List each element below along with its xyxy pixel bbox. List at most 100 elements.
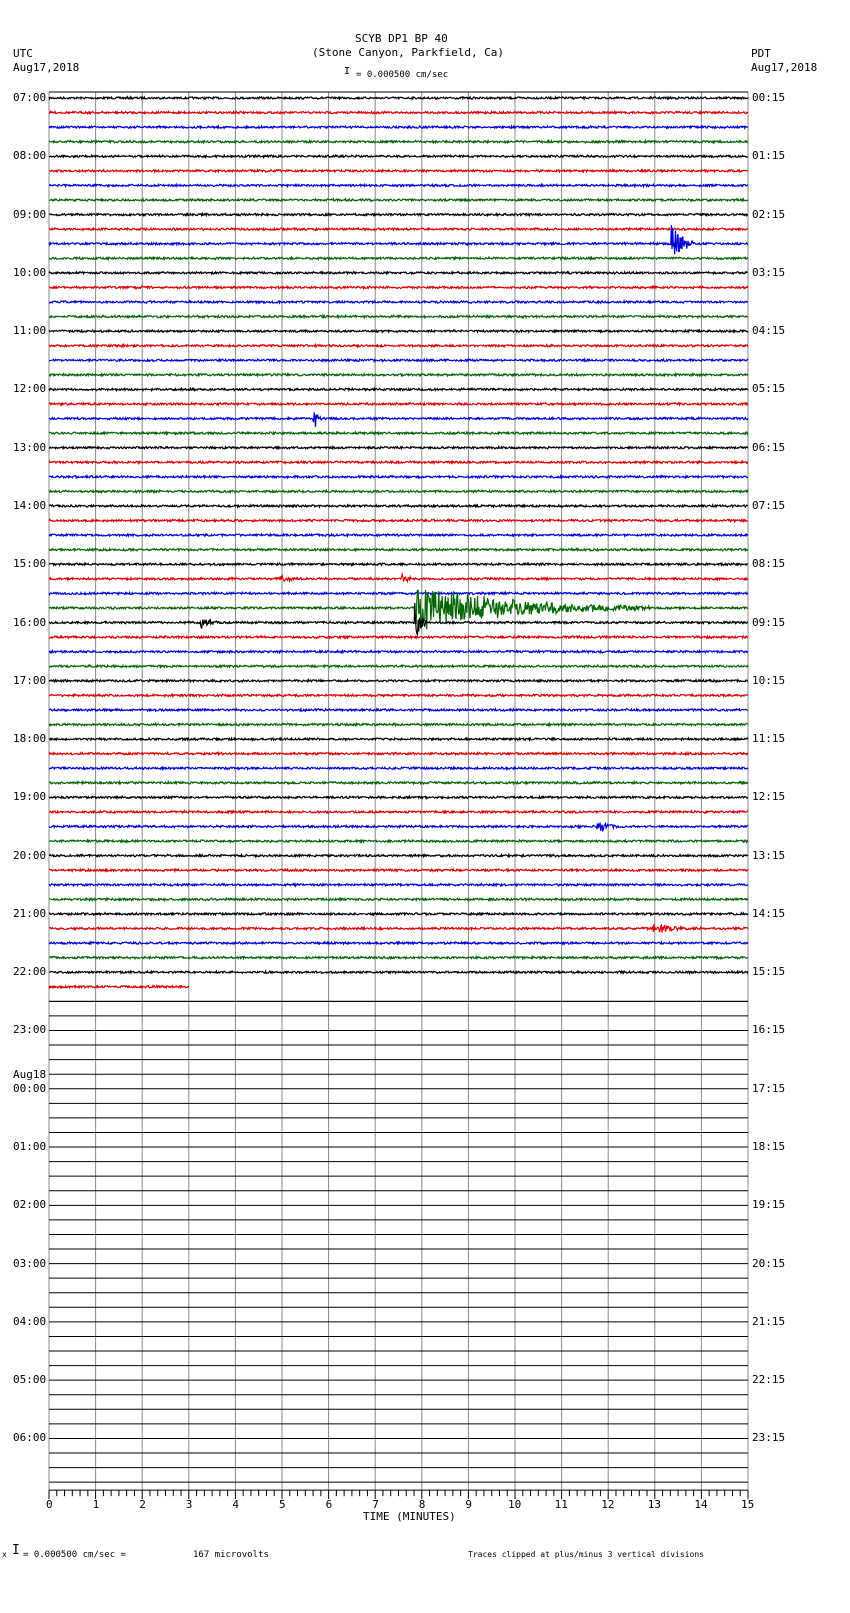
seismic-trace — [49, 141, 748, 143]
pdt-hour-label: 22:15 — [752, 1373, 785, 1386]
pdt-hour-label: 07:15 — [752, 499, 785, 512]
seismic-trace — [49, 519, 748, 521]
seismic-trace — [49, 636, 748, 638]
clip-note: Traces clipped at plus/minus 3 vertical … — [468, 1550, 704, 1559]
seismic-trace — [49, 412, 748, 427]
x-tick-label: 15 — [741, 1498, 754, 1511]
seismic-trace — [49, 403, 748, 405]
seismic-trace — [49, 170, 748, 172]
pdt-hour-label: 05:15 — [752, 382, 785, 395]
pdt-hour-label: 17:15 — [752, 1082, 785, 1095]
x-tick-label: 5 — [279, 1498, 286, 1511]
pdt-hour-label: 10:15 — [752, 674, 785, 687]
pdt-hour-label: 08:15 — [752, 557, 785, 570]
pdt-hour-label: 01:15 — [752, 149, 785, 162]
x-tick-label: 2 — [139, 1498, 146, 1511]
pdt-hour-label: 00:15 — [752, 91, 785, 104]
seismic-trace — [49, 924, 748, 933]
x-tick-label: 1 — [93, 1498, 100, 1511]
x-tick-label: 10 — [508, 1498, 521, 1511]
utc-hour-label: 00:00 — [13, 1082, 46, 1095]
seismic-trace — [49, 971, 748, 973]
seismic-trace — [49, 359, 748, 361]
pdt-hour-label: 15:15 — [752, 965, 785, 978]
seismic-trace — [49, 228, 748, 230]
pdt-hour-label: 20:15 — [752, 1257, 785, 1270]
seismic-trace — [49, 213, 748, 215]
utc-hour-label: 19:00 — [13, 790, 46, 803]
seismic-trace — [49, 345, 748, 347]
seismic-trace — [49, 957, 748, 959]
seismic-trace — [49, 767, 748, 769]
pdt-hour-label: 03:15 — [752, 266, 785, 279]
seismic-trace — [49, 986, 189, 988]
seismic-trace — [49, 723, 748, 725]
footer-scale-bar-icon: I — [12, 1543, 20, 1558]
seismogram-plot — [0, 0, 850, 1613]
seismic-trace — [49, 388, 748, 390]
seismic-trace — [49, 563, 748, 565]
footer-scale: = 0.000500 cm/sec = — [23, 1550, 126, 1560]
seismic-trace — [49, 823, 748, 831]
seismic-trace — [49, 680, 748, 682]
pdt-hour-label: 12:15 — [752, 790, 785, 803]
utc-hour-label: 16:00 — [13, 616, 46, 629]
x-tick-label: 6 — [326, 1498, 333, 1511]
seismic-trace — [49, 592, 748, 594]
seismic-trace — [49, 286, 748, 288]
utc-hour-label: 11:00 — [13, 324, 46, 337]
x-tick-label: 0 — [46, 1498, 53, 1511]
pdt-hour-label: 06:15 — [752, 441, 785, 454]
pdt-hour-label: 14:15 — [752, 907, 785, 920]
utc-hour-label: 21:00 — [13, 907, 46, 920]
seismic-trace — [49, 811, 748, 813]
pdt-hour-label: 16:15 — [752, 1023, 785, 1036]
seismic-trace — [49, 374, 748, 376]
seismic-trace — [49, 476, 748, 478]
pdt-hour-label: 18:15 — [752, 1140, 785, 1153]
x-tick-label: 9 — [465, 1498, 472, 1511]
seismic-trace — [49, 97, 748, 99]
utc-hour-label: 17:00 — [13, 674, 46, 687]
seismic-trace — [49, 301, 748, 303]
pdt-hour-label: 21:15 — [752, 1315, 785, 1328]
x-tick-label: 3 — [186, 1498, 193, 1511]
seismic-trace — [49, 447, 748, 449]
seismic-trace — [49, 111, 748, 113]
x-tick-label: 11 — [555, 1498, 568, 1511]
pdt-hour-label: 04:15 — [752, 324, 785, 337]
utc-hour-label: 08:00 — [13, 149, 46, 162]
x-tick-label: 4 — [232, 1498, 239, 1511]
utc-hour-label: 01:00 — [13, 1140, 46, 1153]
seismic-trace — [49, 549, 748, 551]
seismogram-page: SCYB DP1 BP 40 (Stone Canyon, Parkfield,… — [0, 0, 850, 1613]
seismic-trace — [49, 840, 748, 842]
seismic-trace — [49, 432, 748, 434]
utc-hour-label: 10:00 — [13, 266, 46, 279]
seismic-trace — [49, 869, 748, 871]
utc-hour-label: 22:00 — [13, 965, 46, 978]
seismic-trace — [49, 257, 748, 259]
utc-hour-label: 05:00 — [13, 1373, 46, 1386]
utc-hour-label: 07:00 — [13, 91, 46, 104]
seismic-trace — [49, 330, 748, 332]
pdt-hour-label: 13:15 — [752, 849, 785, 862]
seismic-trace — [49, 461, 748, 463]
utc-hour-label: 09:00 — [13, 208, 46, 221]
footer-microvolts: 167 microvolts — [193, 1550, 269, 1560]
utc-hour-label: 14:00 — [13, 499, 46, 512]
seismic-trace — [49, 694, 748, 696]
utc-hour-label: 23:00 — [13, 1023, 46, 1036]
seismic-trace — [49, 155, 748, 157]
seismic-trace — [49, 574, 748, 581]
utc-hour-label: 04:00 — [13, 1315, 46, 1328]
utc-hour-label: 02:00 — [13, 1198, 46, 1211]
day-change-label: Aug18 — [13, 1068, 46, 1081]
seismic-trace — [49, 315, 748, 317]
seismic-trace — [49, 796, 748, 798]
seismic-trace — [49, 738, 748, 740]
pdt-hour-label: 09:15 — [752, 616, 785, 629]
x-axis-label: TIME (MINUTES) — [363, 1510, 456, 1523]
pdt-hour-label: 23:15 — [752, 1431, 785, 1444]
seismic-trace — [49, 199, 748, 201]
